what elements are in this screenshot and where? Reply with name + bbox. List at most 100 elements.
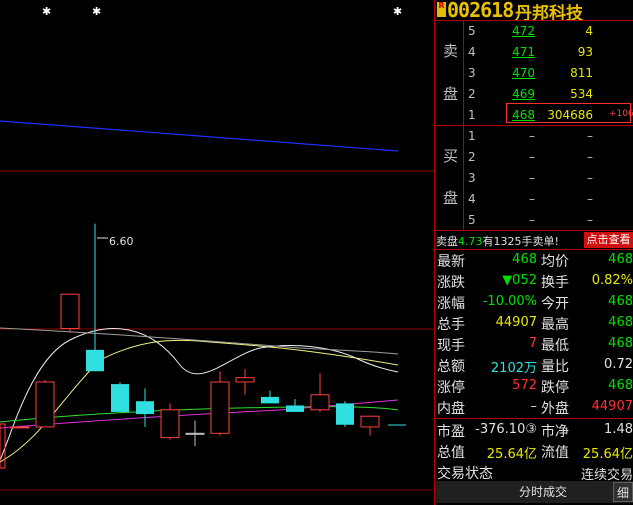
candle-body[interactable] — [60, 293, 80, 329]
candle-body[interactable] — [261, 396, 279, 404]
ask-row[interactable]: 2 469 534 — [435, 84, 633, 105]
quote-label: 最低 — [541, 338, 569, 354]
bid-volume: – — [587, 213, 593, 227]
quote-row: 交易状态 连续交易 — [435, 462, 633, 483]
quote-value: -10.00% — [482, 294, 537, 309]
kline-chart[interactable]: ✱ ✱ ✱ 6.60 — [0, 0, 434, 505]
bid-level: 2 — [468, 150, 476, 164]
quote-label: 涨停 — [437, 380, 465, 396]
quote-value: ▼052 — [502, 273, 537, 288]
ask-row[interactable]: 5 472 4 — [435, 21, 633, 42]
quote-label: 总额 — [437, 359, 465, 375]
stock-code: 002618 — [447, 0, 514, 22]
stock-header: R 002618 丹邦科技 — [435, 0, 633, 24]
quote-value: 468 — [608, 252, 633, 267]
ask-level: 4 — [468, 45, 476, 59]
bid-price[interactable]: – — [485, 171, 535, 185]
ask-level: 3 — [468, 66, 476, 80]
candle-body[interactable] — [35, 381, 55, 428]
ask-price[interactable]: 472 — [485, 24, 535, 38]
candle-body[interactable] — [360, 415, 380, 428]
candle-body[interactable] — [336, 403, 354, 425]
quote-label: 流值 — [541, 445, 569, 461]
quote-row: 内盘 – 外盘 44907 — [435, 397, 633, 418]
ask-level: 5 — [468, 24, 476, 38]
bid-row[interactable]: 5– – — [435, 210, 633, 231]
quote-label: 换手 — [541, 275, 569, 291]
quote-label: 最高 — [541, 317, 569, 333]
view-details-button[interactable]: 点击查看 — [584, 232, 633, 248]
bid-row[interactable]: 4– – — [435, 189, 633, 210]
bid-row[interactable]: 1– – — [435, 126, 633, 147]
quote-value: 572 — [512, 378, 537, 393]
ask-row[interactable]: 3 470 811 — [435, 63, 633, 84]
ask-level: 2 — [468, 87, 476, 101]
quote-row: 涨跌 ▼052 换手 0.82% — [435, 271, 633, 292]
bid-volume: – — [587, 192, 593, 206]
candle-body[interactable] — [185, 432, 205, 435]
candle-body[interactable] — [10, 426, 30, 429]
candle-body[interactable] — [160, 409, 180, 439]
candle-body[interactable] — [111, 384, 129, 412]
bid-price[interactable]: – — [485, 192, 535, 206]
candle-body[interactable] — [235, 377, 255, 383]
quote-row: 涨幅 -10.00% 今开 468 — [435, 292, 633, 313]
quote-label: 总手 — [437, 317, 465, 333]
quote-value: 2102万 — [490, 361, 537, 376]
bottom-tabs: 分时成交 细 — [435, 481, 633, 503]
ask-price[interactable]: 469 — [485, 87, 535, 101]
quote-label: 量比 — [541, 359, 569, 375]
chart-star-marker: ✱ — [42, 5, 51, 18]
sell-notice: 卖盘4.73有1325手卖单! — [436, 235, 559, 248]
bid-level: 1 — [468, 129, 476, 143]
quote-label: 均价 — [541, 254, 569, 270]
ask-volume: 4 — [585, 24, 593, 38]
quote-value: 468 — [608, 378, 633, 393]
quote-value: 25.64亿 — [486, 447, 537, 462]
ask-volume: 93 — [577, 45, 593, 59]
bid-row[interactable]: 3– – — [435, 168, 633, 189]
candle-body[interactable] — [310, 394, 330, 411]
quote-value: – — [530, 399, 538, 414]
bid-price[interactable]: – — [485, 129, 535, 143]
quote-value: 0.72 — [604, 357, 633, 372]
quote-label: 涨跌 — [437, 275, 465, 291]
quote-label: 最新 — [437, 254, 465, 270]
ask-volume: 534 — [570, 87, 593, 101]
quote-label: 涨幅 — [437, 296, 465, 312]
high-label: 6.60 — [109, 235, 134, 248]
candle-body[interactable] — [86, 349, 104, 372]
bid-price[interactable]: – — [485, 213, 535, 227]
quote-label: 总值 — [437, 445, 465, 461]
quote-label: 内盘 — [437, 401, 465, 417]
ask-price[interactable]: 470 — [485, 66, 535, 80]
quote-row: 总值 25.64亿 流值 25.64亿 — [435, 441, 633, 462]
bid-row[interactable]: 2– – — [435, 147, 633, 168]
quote-value: 7 — [528, 336, 537, 351]
candle-body[interactable] — [210, 381, 230, 434]
r-badge-icon: R — [437, 2, 446, 17]
quote-value: 468 — [608, 294, 633, 309]
tab-trades[interactable]: 分时成交 — [473, 483, 613, 501]
quote-value: 44907 — [591, 399, 633, 414]
quote-label: 现手 — [437, 338, 465, 354]
bid-volume: – — [587, 171, 593, 185]
ask-row[interactable]: 4 471 93 — [435, 42, 633, 63]
bid-volume: – — [587, 129, 593, 143]
bid-level: 5 — [468, 213, 476, 227]
quote-label: 市净 — [541, 424, 569, 440]
quote-label: 今开 — [541, 296, 569, 312]
quote-panel: R 002618 丹邦科技 卖 盘 5 472 4 4 471 93 3 470 811 2 469… — [434, 0, 633, 505]
tab-detail[interactable]: 细 — [613, 482, 633, 502]
quote-value: -376.10③ — [475, 422, 537, 437]
bid-level: 3 — [468, 171, 476, 185]
quote-value: 44907 — [495, 315, 537, 330]
candle-body[interactable] — [136, 401, 154, 415]
ask-price[interactable]: 471 — [485, 45, 535, 59]
candle-body[interactable] — [286, 405, 304, 412]
quote-label: 市盈 — [437, 424, 465, 440]
quote-row: 市盈 -376.10③ 市净 1.48 — [435, 420, 633, 441]
quote-row: 最新 468 均价 468 — [435, 250, 633, 271]
quote-value: 1.48 — [604, 422, 633, 437]
bid-price[interactable]: – — [485, 150, 535, 164]
